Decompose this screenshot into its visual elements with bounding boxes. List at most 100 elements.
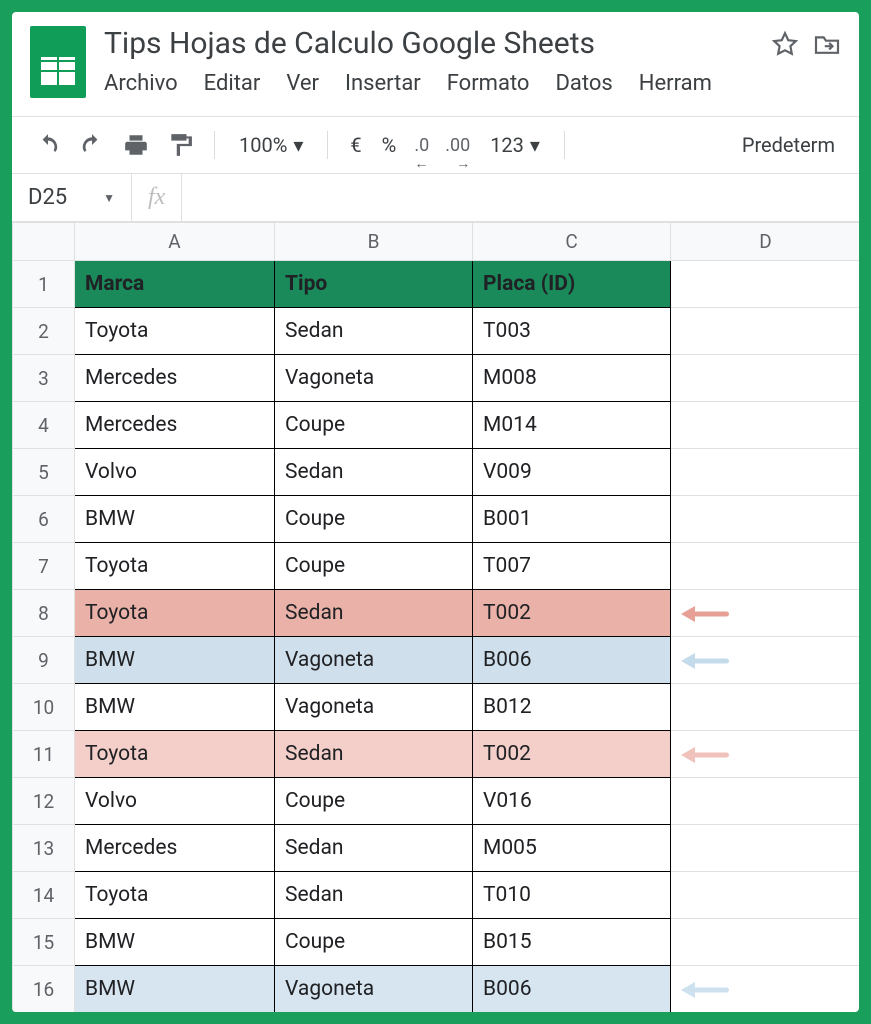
row-header[interactable]: 1 bbox=[13, 261, 75, 308]
print-icon[interactable] bbox=[118, 127, 154, 163]
table-header-marca[interactable]: Marca bbox=[75, 261, 275, 308]
decrease-decimal-button[interactable]: .0← bbox=[410, 127, 433, 163]
row-header[interactable]: 2 bbox=[13, 308, 75, 355]
cell[interactable]: Toyota bbox=[75, 308, 275, 355]
menu-editar[interactable]: Editar bbox=[204, 71, 261, 96]
column-header-B[interactable]: B bbox=[275, 223, 473, 261]
cell[interactable]: T002 bbox=[473, 590, 671, 637]
cell[interactable]: Vagoneta bbox=[275, 966, 473, 1013]
cell[interactable]: B006 bbox=[473, 966, 671, 1013]
cell[interactable]: T002 bbox=[473, 731, 671, 778]
paint-format-icon[interactable] bbox=[162, 127, 198, 163]
cell[interactable] bbox=[671, 966, 860, 1013]
cell[interactable]: Vagoneta bbox=[275, 637, 473, 684]
cell[interactable]: Sedan bbox=[275, 308, 473, 355]
menu-archivo[interactable]: Archivo bbox=[104, 71, 178, 96]
row-header[interactable]: 9 bbox=[13, 637, 75, 684]
cell[interactable] bbox=[671, 355, 860, 402]
cell[interactable]: T003 bbox=[473, 308, 671, 355]
cell[interactable]: Toyota bbox=[75, 543, 275, 590]
column-header-C[interactable]: C bbox=[473, 223, 671, 261]
format-currency-button[interactable]: € bbox=[344, 133, 367, 157]
cell[interactable]: Vagoneta bbox=[275, 684, 473, 731]
cell[interactable]: Coupe bbox=[275, 919, 473, 966]
menu-formato[interactable]: Formato bbox=[447, 71, 530, 96]
cell[interactable] bbox=[671, 543, 860, 590]
cell[interactable]: M014 bbox=[473, 402, 671, 449]
row-header[interactable]: 11 bbox=[13, 731, 75, 778]
cell[interactable]: B001 bbox=[473, 496, 671, 543]
menu-insertar[interactable]: Insertar bbox=[345, 71, 421, 96]
cell[interactable] bbox=[671, 261, 860, 308]
cell[interactable] bbox=[671, 825, 860, 872]
cell[interactable]: Toyota bbox=[75, 872, 275, 919]
row-header[interactable]: 12 bbox=[13, 778, 75, 825]
cell[interactable] bbox=[671, 731, 860, 778]
sheets-logo-icon[interactable] bbox=[30, 26, 86, 98]
row-header[interactable]: 3 bbox=[13, 355, 75, 402]
cell[interactable]: Sedan bbox=[275, 872, 473, 919]
document-title[interactable]: Tips Hojas de Calculo Google Sheets bbox=[104, 26, 595, 61]
cell[interactable]: T007 bbox=[473, 543, 671, 590]
cell[interactable]: BMW bbox=[75, 637, 275, 684]
cell[interactable]: M005 bbox=[473, 825, 671, 872]
column-header-D[interactable]: D bbox=[671, 223, 860, 261]
cell[interactable]: BMW bbox=[75, 496, 275, 543]
cell[interactable]: BMW bbox=[75, 684, 275, 731]
cell[interactable]: Coupe bbox=[275, 778, 473, 825]
cell[interactable]: Sedan bbox=[275, 825, 473, 872]
menu-ver[interactable]: Ver bbox=[286, 71, 319, 96]
cell[interactable] bbox=[671, 449, 860, 496]
font-select[interactable]: Predeterm bbox=[736, 133, 841, 157]
format-percent-button[interactable]: % bbox=[376, 133, 403, 157]
name-box[interactable]: D25 ▼ bbox=[12, 174, 132, 221]
cell[interactable] bbox=[671, 402, 860, 449]
cell[interactable]: Mercedes bbox=[75, 355, 275, 402]
row-header[interactable]: 10 bbox=[13, 684, 75, 731]
formula-input[interactable] bbox=[182, 174, 859, 221]
cell[interactable]: Volvo bbox=[75, 778, 275, 825]
cell[interactable]: Sedan bbox=[275, 590, 473, 637]
table-header-tipo[interactable]: Tipo bbox=[275, 261, 473, 308]
cell[interactable] bbox=[671, 590, 860, 637]
cell[interactable]: Toyota bbox=[75, 590, 275, 637]
row-header[interactable]: 8 bbox=[13, 590, 75, 637]
cell[interactable]: BMW bbox=[75, 919, 275, 966]
cell[interactable]: V009 bbox=[473, 449, 671, 496]
cell[interactable]: Toyota bbox=[75, 731, 275, 778]
cell[interactable]: M008 bbox=[473, 355, 671, 402]
row-header[interactable]: 5 bbox=[13, 449, 75, 496]
row-header[interactable]: 4 bbox=[13, 402, 75, 449]
number-format-select[interactable]: 123 ▾ bbox=[482, 133, 548, 157]
column-header-A[interactable]: A bbox=[75, 223, 275, 261]
cell[interactable]: T010 bbox=[473, 872, 671, 919]
cell[interactable]: Volvo bbox=[75, 449, 275, 496]
undo-icon[interactable] bbox=[30, 127, 66, 163]
cell[interactable]: Sedan bbox=[275, 731, 473, 778]
cell[interactable]: Sedan bbox=[275, 449, 473, 496]
cell[interactable]: Coupe bbox=[275, 496, 473, 543]
cell[interactable]: Mercedes bbox=[75, 825, 275, 872]
row-header[interactable]: 16 bbox=[13, 966, 75, 1013]
star-icon[interactable] bbox=[771, 30, 799, 58]
row-header[interactable]: 14 bbox=[13, 872, 75, 919]
menu-datos[interactable]: Datos bbox=[555, 71, 612, 96]
cell[interactable]: B006 bbox=[473, 637, 671, 684]
cell[interactable]: Vagoneta bbox=[275, 355, 473, 402]
cell[interactable]: B012 bbox=[473, 684, 671, 731]
menu-herramientas[interactable]: Herram bbox=[639, 71, 712, 96]
cell[interactable] bbox=[671, 684, 860, 731]
cell[interactable]: BMW bbox=[75, 966, 275, 1013]
cell[interactable] bbox=[671, 872, 860, 919]
cell[interactable]: V016 bbox=[473, 778, 671, 825]
select-all-corner[interactable] bbox=[13, 223, 75, 261]
cell[interactable] bbox=[671, 637, 860, 684]
zoom-select[interactable]: 100% ▾ bbox=[231, 133, 311, 157]
row-header[interactable]: 7 bbox=[13, 543, 75, 590]
cell[interactable] bbox=[671, 919, 860, 966]
row-header[interactable]: 13 bbox=[13, 825, 75, 872]
cell[interactable]: Coupe bbox=[275, 543, 473, 590]
cell[interactable] bbox=[671, 496, 860, 543]
cell[interactable]: B015 bbox=[473, 919, 671, 966]
cell[interactable]: Coupe bbox=[275, 402, 473, 449]
